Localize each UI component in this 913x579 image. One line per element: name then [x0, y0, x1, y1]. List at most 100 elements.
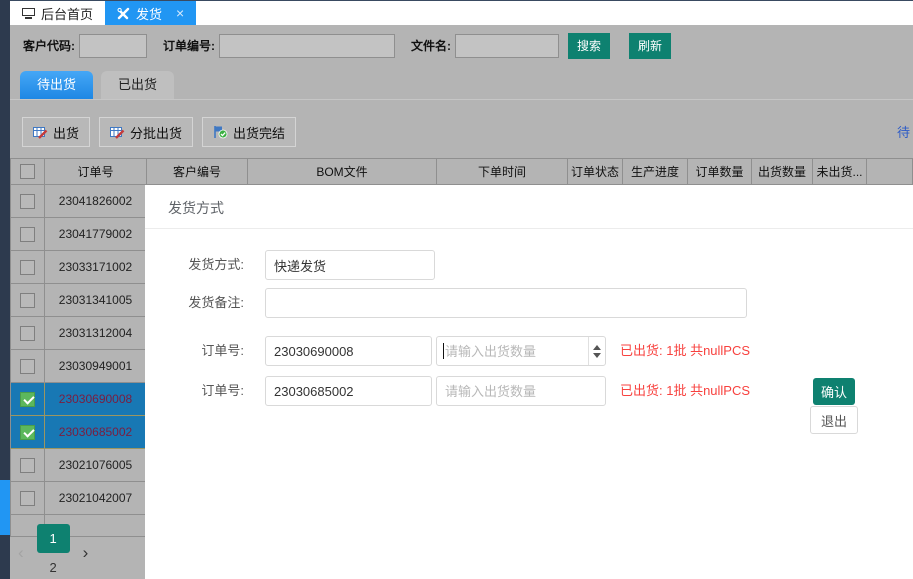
- window-tabbar: 后台首页 发货 ×: [10, 0, 913, 25]
- row-checkbox-cell[interactable]: [10, 317, 45, 350]
- monitor-icon: [22, 8, 35, 19]
- shipped-status-text: 已出货: 1批 共nullPCS: [620, 376, 750, 406]
- column-header: 订单状态: [568, 158, 623, 185]
- dialog-order-no-input[interactable]: [265, 376, 432, 406]
- number-spinner[interactable]: [588, 337, 605, 365]
- checkbox[interactable]: [20, 326, 35, 341]
- checkbox[interactable]: [20, 260, 35, 275]
- ship-remark-input[interactable]: [265, 288, 747, 318]
- search-button[interactable]: 搜索: [568, 33, 610, 59]
- table-edit-icon: [110, 125, 125, 139]
- next-page-icon[interactable]: ›: [83, 543, 89, 563]
- action-toolbar: 出货 分批出货: [10, 100, 913, 158]
- ship-qty-input[interactable]: [436, 336, 606, 366]
- column-header: BOM文件: [248, 158, 437, 185]
- column-header: 未出货...: [813, 158, 867, 185]
- flag-check-icon: [213, 125, 228, 139]
- checkbox[interactable]: [20, 458, 35, 473]
- column-header: 出货数量: [752, 158, 813, 185]
- batch-ship-button[interactable]: 分批出货: [99, 117, 193, 147]
- row-checkbox-cell[interactable]: [10, 383, 45, 416]
- dialog-order-no-input[interactable]: [265, 336, 432, 366]
- row-checkbox-cell[interactable]: [10, 449, 45, 482]
- customer-code-input[interactable]: [79, 34, 147, 58]
- tab-shipping-label: 发货: [136, 4, 162, 23]
- ship-qty-stepper[interactable]: [436, 336, 606, 366]
- checkbox[interactable]: [20, 164, 35, 179]
- checkbox[interactable]: [20, 359, 35, 374]
- tools-icon: [117, 7, 130, 20]
- pagination: ‹ 12 ›: [10, 537, 88, 569]
- tab-shipping[interactable]: 发货 ×: [105, 1, 196, 25]
- row-checkbox-cell[interactable]: [10, 482, 45, 515]
- file-name-label: 文件名:: [411, 37, 451, 54]
- checkbox[interactable]: [20, 491, 35, 506]
- row-checkbox-cell[interactable]: [10, 284, 45, 317]
- row-checkbox-cell[interactable]: [10, 218, 45, 251]
- order-no-cell: 23031341005: [45, 284, 147, 317]
- order-no-label: 订单号:: [162, 336, 244, 366]
- close-icon[interactable]: ×: [176, 5, 184, 21]
- confirm-button[interactable]: 确认: [813, 378, 855, 405]
- row-checkbox-cell[interactable]: [10, 185, 45, 218]
- search-bar: 客户代码: 订单编号: 文件名: 搜索 刷新: [10, 25, 913, 66]
- checkbox[interactable]: [20, 392, 35, 407]
- order-no-cell: 23033171002: [45, 251, 147, 284]
- tab-home[interactable]: 后台首页: [10, 1, 105, 25]
- page-number-2[interactable]: 2: [37, 553, 70, 579]
- customer-code-label: 客户代码:: [23, 37, 75, 54]
- dialog-title: 发货方式: [168, 198, 224, 218]
- table-edit-icon: [33, 125, 48, 139]
- page-number-1[interactable]: 1: [37, 524, 70, 553]
- file-name-input[interactable]: [455, 34, 559, 58]
- dialog-title-divider: [145, 228, 913, 229]
- tab-pending-shipment[interactable]: 待出货: [20, 71, 93, 99]
- orders-table-head: 订单号客户编号BOM文件下单时间订单状态生产进度订单数量出货数量未出货...: [10, 158, 913, 185]
- spinner-down-icon[interactable]: [593, 353, 601, 358]
- column-header: 客户编号: [147, 158, 248, 185]
- column-header: 生产进度: [623, 158, 688, 185]
- ship-status-tabs: 待出货 已出货: [10, 66, 913, 100]
- column-header: 订单号: [45, 158, 147, 185]
- ship-button[interactable]: 出货: [22, 117, 90, 147]
- column-header: 订单数量: [688, 158, 752, 185]
- tab-shipped[interactable]: 已出货: [101, 71, 174, 99]
- order-no-cell: 23021042007: [45, 482, 147, 515]
- checkbox[interactable]: [20, 425, 35, 440]
- refresh-button[interactable]: 刷新: [629, 33, 671, 59]
- checkbox[interactable]: [20, 227, 35, 242]
- order-no-label: 订单编号:: [163, 37, 215, 54]
- checkbox[interactable]: [20, 194, 35, 209]
- row-checkbox-cell[interactable]: [10, 251, 45, 284]
- ship-method-input[interactable]: [265, 250, 435, 280]
- ship-method-label: 发货方式:: [162, 250, 244, 280]
- order-no-cell: 23030690008: [45, 383, 147, 416]
- ship-remark-label: 发货备注:: [162, 288, 244, 318]
- order-no-cell: 23030685002: [45, 416, 147, 449]
- left-sidebar-edge: [0, 0, 10, 579]
- sidebar-active-item-edge[interactable]: [0, 480, 10, 535]
- order-no-label: 订单号:: [162, 376, 244, 406]
- order-no-cell: 23041826002: [45, 185, 147, 218]
- row-checkbox-cell[interactable]: [10, 350, 45, 383]
- app-window: 后台首页 发货 × 客户代码: 订单编号: 文件名: 搜索 刷新 待出货 已出货: [0, 0, 913, 579]
- pending-stat-partial-text: 待: [897, 122, 910, 141]
- order-no-cell: 23021076005: [45, 449, 147, 482]
- order-no-cell: 23030949001: [45, 350, 147, 383]
- order-no-cell: 23041779002: [45, 218, 147, 251]
- exit-button[interactable]: 退出: [810, 406, 858, 434]
- spinner-up-icon[interactable]: [593, 345, 601, 350]
- select-all-checkbox[interactable]: [10, 158, 45, 185]
- row-checkbox-cell[interactable]: [10, 416, 45, 449]
- column-header: 下单时间: [437, 158, 568, 185]
- ship-qty-input[interactable]: [436, 376, 606, 406]
- shipped-status-text: 已出货: 1批 共nullPCS: [620, 336, 750, 366]
- checkbox[interactable]: [20, 293, 35, 308]
- text-caret: [443, 343, 444, 359]
- tab-home-label: 后台首页: [41, 4, 93, 23]
- column-header-spacer: [867, 158, 913, 185]
- shipping-method-dialog: 发货方式 发货方式: 发货备注: 订单号: 已出货: 1批 共nullPCS 订…: [145, 185, 913, 579]
- order-no-cell: 23031312004: [45, 317, 147, 350]
- ship-complete-button[interactable]: 出货完结: [202, 117, 296, 147]
- order-no-input[interactable]: [219, 34, 395, 58]
